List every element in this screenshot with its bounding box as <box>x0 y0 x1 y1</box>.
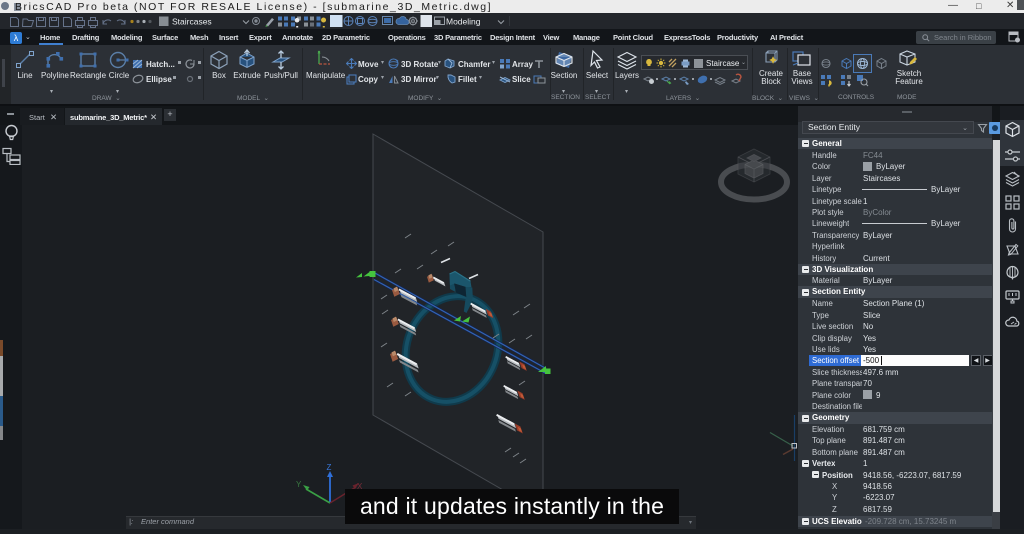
svg-text:Y: Y <box>296 480 302 489</box>
svg-text:Staircases: Staircases <box>172 17 212 27</box>
svg-text:Z: Z <box>327 463 332 472</box>
svg-text:Modeling: Modeling <box>446 17 481 27</box>
